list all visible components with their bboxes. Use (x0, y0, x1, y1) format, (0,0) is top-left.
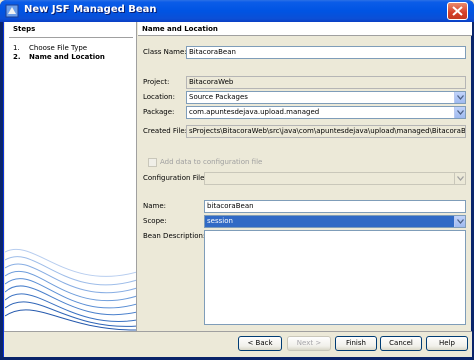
next-button[interactable]: Next > (287, 336, 331, 351)
chevron-down-icon (457, 95, 464, 100)
step-number: 2. (13, 53, 21, 61)
cancel-button[interactable]: Cancel (380, 336, 422, 351)
package-label: Package: (143, 108, 175, 116)
steps-panel: Steps 1. Choose File Type 2. Name and Loca… (5, 22, 137, 331)
add-config-label: Add data to configuration file (160, 158, 263, 166)
config-file-combo[interactable] (204, 172, 466, 185)
content-header: Name and Location (138, 22, 472, 36)
window-title: New JSF Managed Bean (24, 4, 157, 15)
chevron-down-icon (457, 219, 464, 224)
content-panel: Name and Location Class Name: BitacoraBe… (138, 22, 472, 331)
location-label: Location: (143, 93, 175, 101)
button-bar: < Back Next > Finish Cancel Help (4, 331, 472, 357)
step-label: Choose File Type (29, 44, 88, 52)
created-file-field: sProjects\BitacoraWeb\src\java\com\apunt… (186, 125, 466, 138)
back-button[interactable]: < Back (238, 336, 282, 351)
package-combo[interactable]: com.apuntesdejava.upload.managed (186, 106, 466, 119)
config-file-label: Configuration File: (143, 174, 207, 182)
package-value: com.apuntesdejava.upload.managed (189, 108, 320, 116)
chevron-down-icon (457, 176, 464, 181)
bean-name-input[interactable]: bitacoraBean (204, 200, 466, 213)
project-label: Project: (143, 78, 170, 86)
dialog-body: Steps 1. Choose File Type 2. Name and Loca… (3, 22, 472, 357)
scope-dropdown-button[interactable] (454, 216, 465, 227)
chevron-down-icon (457, 110, 464, 115)
class-name-label: Class Name: (143, 48, 187, 56)
wizard-wave-art (5, 248, 136, 331)
add-config-checkbox[interactable] (148, 158, 157, 167)
project-field: BitacoraWeb (186, 76, 466, 89)
close-icon (452, 6, 463, 16)
bean-description-textarea[interactable] (204, 230, 466, 325)
close-button[interactable] (447, 2, 468, 20)
netbeans-icon (5, 4, 19, 18)
package-dropdown-button[interactable] (454, 107, 465, 118)
steps-divider (9, 37, 133, 38)
location-dropdown-button[interactable] (454, 92, 465, 103)
step-name-and-location: 2. Name and Location (13, 53, 105, 61)
help-button[interactable]: Help (426, 336, 468, 351)
name-label: Name: (143, 202, 167, 210)
steps-header: Steps (13, 25, 36, 33)
config-file-dropdown-button[interactable] (454, 173, 465, 184)
bean-description-label: Bean Description: (143, 232, 206, 240)
scope-combo[interactable]: session (204, 215, 466, 228)
class-name-input[interactable]: BitacoraBean (186, 46, 466, 59)
location-value: Source Packages (189, 93, 248, 101)
created-file-label: Created File: (143, 127, 187, 135)
step-choose-file-type: 1. Choose File Type (13, 44, 87, 52)
finish-button[interactable]: Finish (335, 336, 377, 351)
location-combo[interactable]: Source Packages (186, 91, 466, 104)
wizard-window: New JSF Managed Bean Steps 1. Choose File… (0, 0, 474, 360)
scope-label: Scope: (143, 217, 167, 225)
step-number: 1. (13, 44, 20, 52)
title-bar[interactable]: New JSF Managed Bean (0, 0, 474, 22)
scope-value: session (205, 216, 454, 227)
step-label: Name and Location (29, 53, 105, 61)
